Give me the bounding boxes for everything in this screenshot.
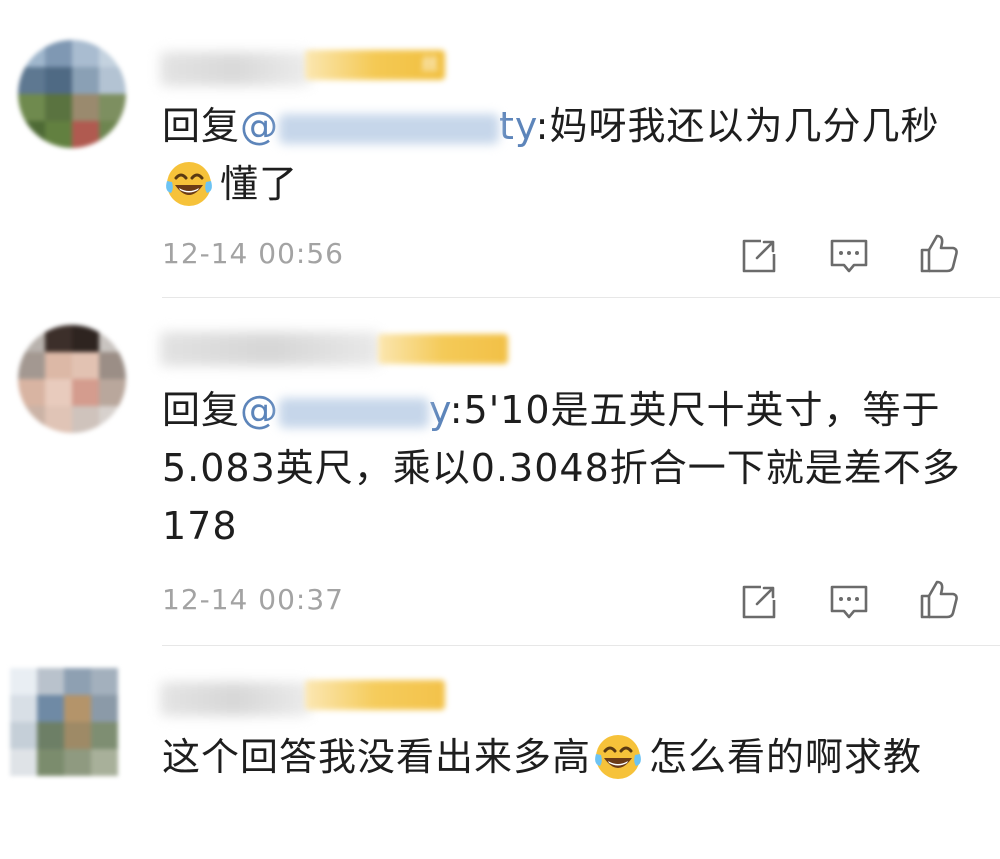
fan-badge[interactable] xyxy=(305,680,445,710)
comment-item: 这个回答我没看出来多高 怎么看的啊求教 xyxy=(0,0,1000,859)
laughing-tears-emoji xyxy=(595,734,641,779)
comment-text: 这个回答我没看出来多高 怎么看的啊求教 xyxy=(162,728,972,786)
comment-thread: { "comments": [ { "reply_prefix": "回复", … xyxy=(0,0,1000,859)
avatar[interactable] xyxy=(10,668,120,778)
username[interactable] xyxy=(160,682,310,716)
comment-body-continued: 怎么看的啊求教 xyxy=(649,735,923,779)
comment-body: 这个回答我没看出来多高 xyxy=(162,735,592,779)
